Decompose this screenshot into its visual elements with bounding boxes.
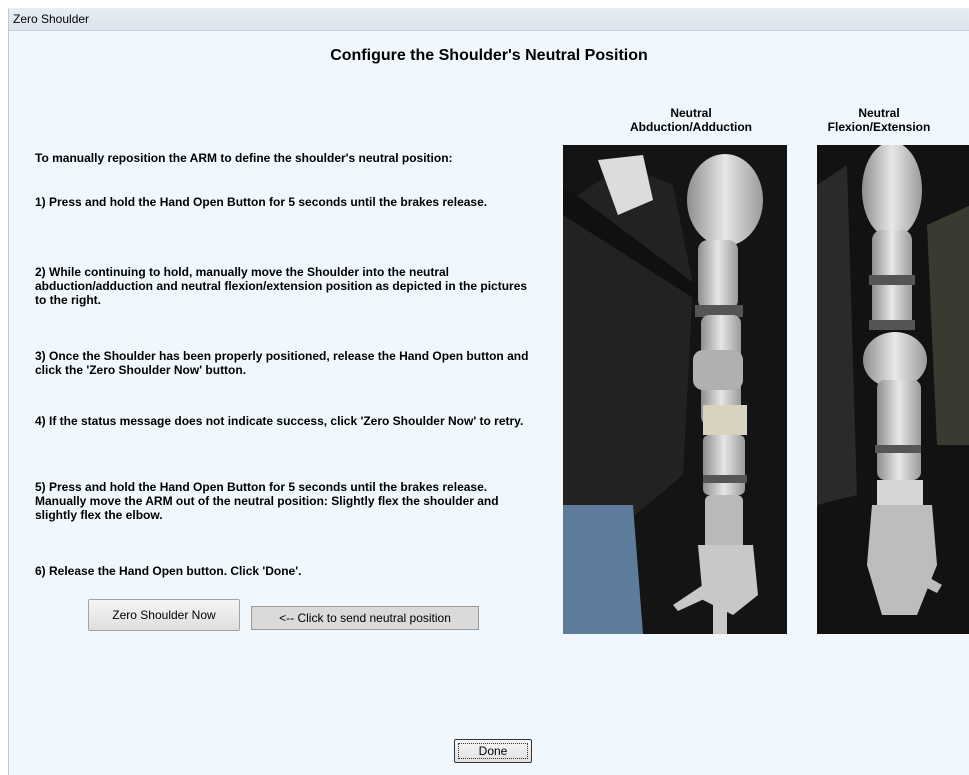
instruction-step-2: 2) While continuing to hold, manually mo… [35,265,528,307]
flexion-extension-photo [817,145,969,634]
instruction-step-6: 6) Release the Hand Open button. Click '… [35,564,302,578]
zero-shoulder-window: Zero Shoulder Configure the Shoulder's N… [8,8,969,775]
instruction-step-1: 1) Press and hold the Hand Open Button f… [35,195,488,209]
zero-shoulder-now-button[interactable]: Zero Shoulder Now [88,599,240,631]
window-title: Zero Shoulder [13,12,90,26]
done-button[interactable]: Done [454,739,532,763]
arm-photo-abduction-image [563,145,787,634]
photo-caption-abduction-line1: Neutral [670,106,712,120]
photo-caption-abduction: Neutral Abduction/Adduction [591,106,791,134]
instructions-intro: To manually reposition the ARM to define… [35,151,453,165]
photo-caption-flexion-line1: Neutral [858,106,900,120]
arm-photo-flexion-image [817,145,969,634]
photo-caption-flexion-line2: Flexion/Extension [827,120,931,134]
instruction-step-4: 4) If the status message does not indica… [35,414,524,428]
instruction-step-5: 5) Press and hold the Hand Open Button f… [35,480,499,522]
photo-caption-flexion: Neutral Flexion/Extension [809,106,949,134]
done-button-label: Done [458,743,528,759]
window-titlebar: Zero Shoulder [9,8,969,31]
instruction-step-3: 3) Once the Shoulder has been properly p… [35,349,529,377]
photo-caption-abduction-line2: Abduction/Adduction [630,120,752,134]
status-message-box: <-- Click to send neutral position [251,606,479,630]
page-title: Configure the Shoulder's Neutral Positio… [330,47,648,64]
abduction-adduction-photo [563,145,787,634]
